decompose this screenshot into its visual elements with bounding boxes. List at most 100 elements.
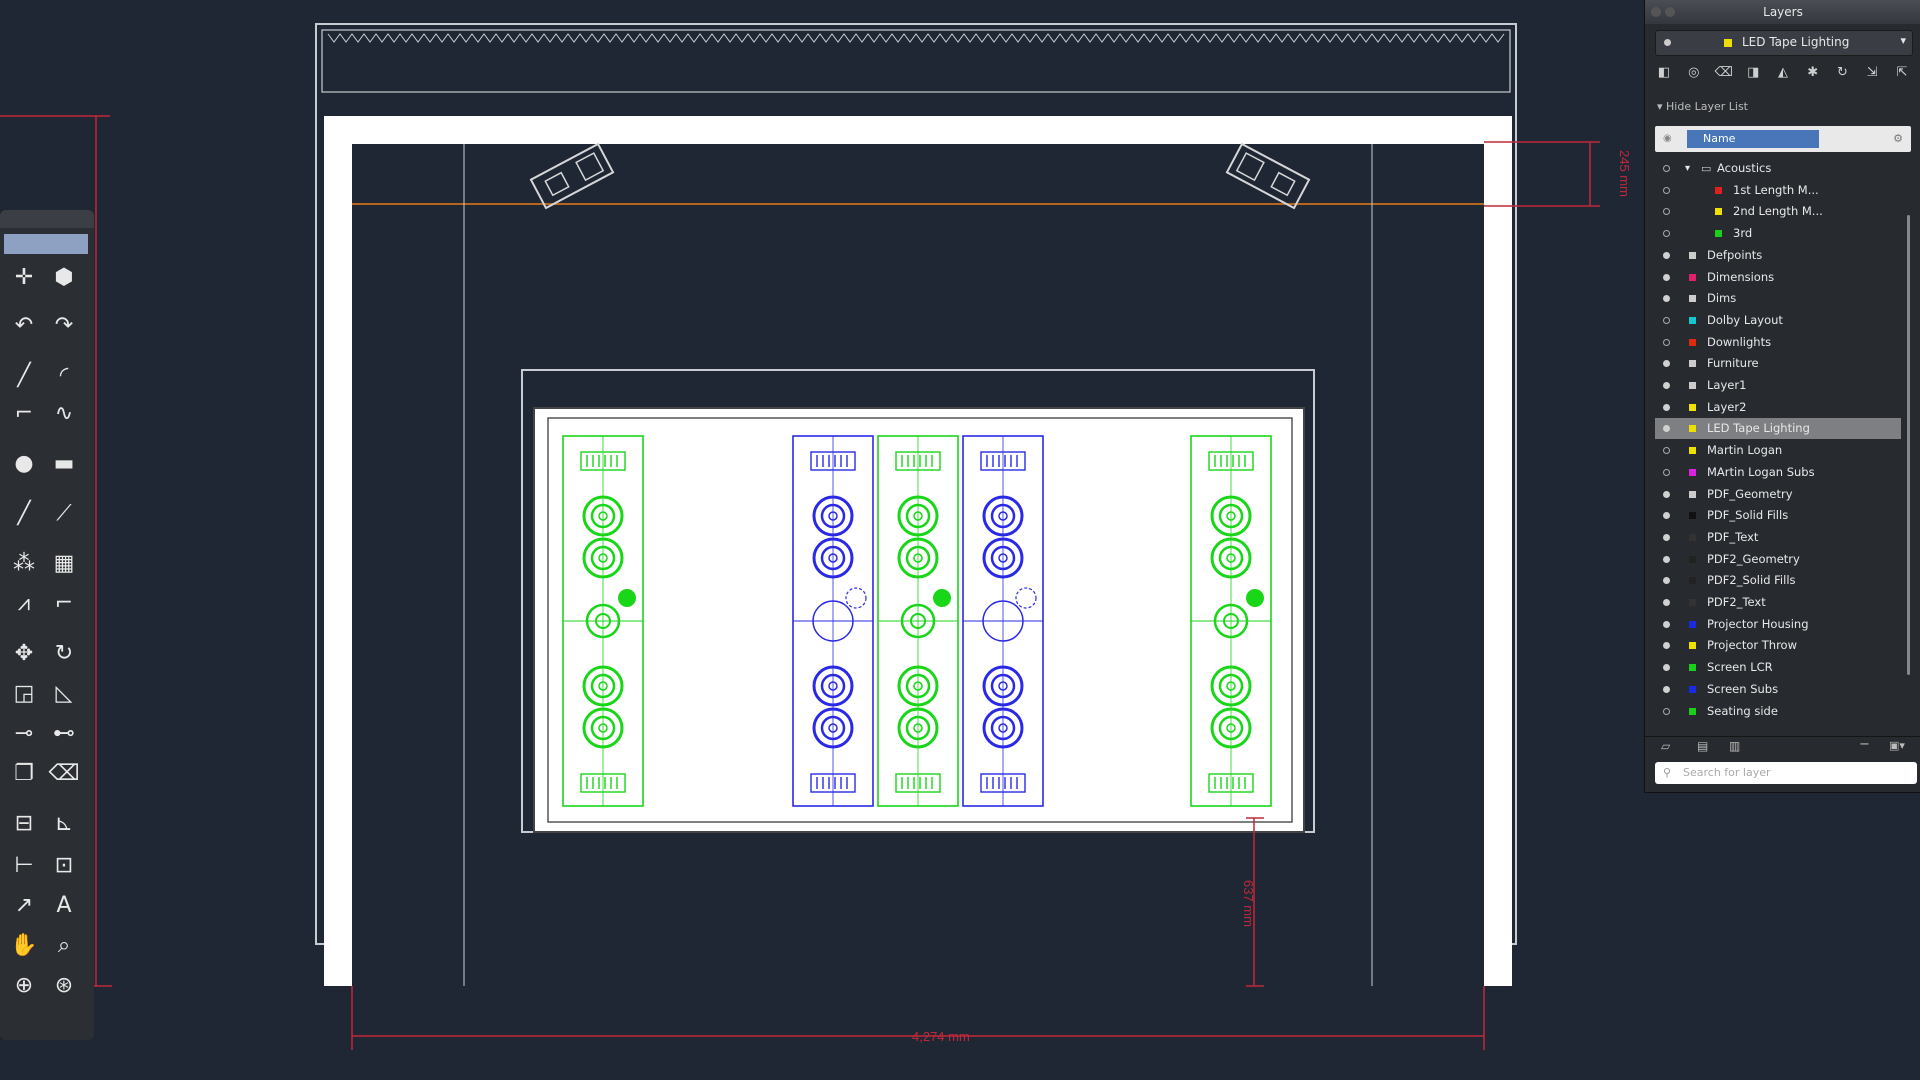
zoom-in-icon[interactable]: ⊕ [8, 970, 40, 1002]
layer-color-swatch[interactable] [1689, 620, 1696, 628]
layer-row[interactable]: ▾ ▭ Acoustics [1655, 158, 1901, 179]
crosshair-icon[interactable]: ✛ [8, 262, 40, 294]
array-icon[interactable]: ⁂ [8, 548, 40, 580]
angular-dimension-icon[interactable]: ⊾ [48, 808, 80, 840]
layer-state-icon[interactable]: ◎ [1685, 64, 1703, 82]
visibility-toggle-icon[interactable] [1663, 382, 1670, 389]
visibility-toggle-icon[interactable] [1663, 447, 1670, 455]
extend-icon[interactable]: ⊷ [48, 718, 80, 750]
layer-row[interactable]: LED Tape Lighting [1655, 418, 1901, 440]
layer-row[interactable]: Screen LCR [1655, 657, 1901, 678]
settings-icon[interactable]: ⚙ [1893, 132, 1903, 145]
layer-color-swatch[interactable] [1689, 338, 1696, 346]
visibility-toggle-icon[interactable] [1663, 664, 1670, 672]
visibility-toggle-icon[interactable] [1663, 316, 1670, 324]
options-icon[interactable]: ▣▾ [1889, 739, 1905, 752]
palette-titlebar[interactable] [0, 210, 94, 228]
visibility-toggle-icon[interactable] [1663, 425, 1670, 433]
layer-row[interactable]: Seating side [1655, 701, 1901, 722]
zoom-extents-icon[interactable]: ⊛ [48, 970, 80, 1002]
block-icon[interactable]: ⊡ [48, 850, 80, 882]
baseline-dimension-icon[interactable]: ⊢ [8, 850, 40, 882]
merge-layer-icon[interactable]: ⇲ [1863, 64, 1881, 82]
ray-icon[interactable]: ⟋ [48, 498, 80, 530]
layer-row[interactable]: PDF2_Solid Fills [1655, 570, 1901, 591]
visibility-toggle-icon[interactable] [1663, 186, 1670, 194]
trim-icon[interactable]: ⊸ [8, 718, 40, 750]
layer-properties-icon[interactable]: ◨ [1744, 64, 1762, 82]
redo-icon[interactable]: ↷ [48, 310, 80, 342]
visibility-toggle-icon[interactable] [1663, 533, 1670, 541]
layer-row[interactable]: PDF2_Geometry [1655, 549, 1901, 570]
rotate-icon[interactable]: ↻ [48, 638, 80, 670]
layer-row[interactable]: PDF_Text [1655, 527, 1901, 548]
text-icon[interactable]: A [48, 890, 80, 922]
zoom-icon[interactable]: ⌕ [48, 930, 80, 962]
undo-icon[interactable]: ↶ [8, 310, 40, 342]
layer-color-swatch[interactable] [1689, 251, 1696, 259]
visibility-toggle-icon[interactable] [1663, 468, 1670, 476]
polyline-icon[interactable]: ⌐ [8, 398, 40, 430]
drawing-canvas[interactable]: 4,274 mm 637 mm 245 mm [0, 0, 1920, 1080]
visibility-toggle-icon[interactable] [1663, 685, 1670, 693]
layer-color-swatch[interactable] [1689, 360, 1696, 368]
offset-icon[interactable]: ⌐ [48, 588, 80, 620]
visibility-toggle-icon[interactable] [1663, 490, 1670, 498]
visibility-toggle-icon[interactable] [1663, 251, 1670, 259]
copy-icon[interactable]: ❐ [8, 758, 40, 790]
freeze-layer-icon[interactable]: ✱ [1804, 64, 1822, 82]
layer-color-swatch[interactable] [1689, 555, 1696, 563]
stretch-icon[interactable]: ◺ [48, 678, 80, 710]
visibility-toggle-icon[interactable] [1663, 403, 1670, 411]
layer-row[interactable]: Layer1 [1655, 375, 1901, 396]
layer-row[interactable]: Downlights [1655, 332, 1901, 353]
visibility-toggle-icon[interactable] [1663, 599, 1670, 606]
layer-row[interactable]: Dims [1655, 288, 1901, 309]
mirror-icon[interactable]: ⩘ [8, 588, 40, 620]
new-layer-icon[interactable]: ◧ [1655, 64, 1673, 82]
linear-dimension-icon[interactable]: ⊟ [8, 808, 40, 840]
pan-icon[interactable]: ✋ [8, 930, 40, 962]
visibility-toggle-icon[interactable] [1663, 165, 1670, 172]
layer-search-input[interactable]: ⚲ Search for layer [1655, 762, 1917, 784]
minimize-button[interactable] [1665, 7, 1675, 17]
scale-icon[interactable]: ◲ [8, 678, 40, 710]
layer-row[interactable]: Screen Subs [1655, 679, 1901, 700]
visibility-toggle-icon[interactable] [1663, 707, 1670, 715]
layer-color-swatch[interactable] [1689, 685, 1696, 693]
layer-color-swatch[interactable] [1715, 208, 1722, 216]
hide-layer-list-toggle[interactable]: ▾ Hide Layer List [1657, 100, 1748, 113]
layer-color-swatch[interactable] [1689, 707, 1696, 715]
visibility-toggle-icon[interactable] [1663, 620, 1670, 628]
layer-row[interactable]: PDF2_Text [1655, 592, 1901, 613]
layer-color-swatch[interactable] [1689, 316, 1696, 324]
layer-color-swatch[interactable] [1689, 664, 1696, 672]
layer-color-swatch[interactable] [1689, 599, 1696, 606]
layer-color-swatch[interactable] [1715, 186, 1722, 194]
layer-row[interactable]: Dimensions [1655, 267, 1901, 288]
visibility-toggle-icon[interactable] [1663, 360, 1670, 368]
layer-color-swatch[interactable] [1689, 577, 1696, 585]
layer-row[interactable]: Dolby Layout [1655, 310, 1901, 331]
erase-icon[interactable]: ⌫ [48, 758, 80, 790]
layer-color-swatch[interactable] [1689, 273, 1696, 281]
folder-icon[interactable]: ▥ [1729, 739, 1740, 753]
new-folder-icon[interactable]: ▤ [1697, 739, 1708, 753]
circle-icon[interactable]: ● [8, 448, 40, 480]
layer-color-swatch[interactable] [1689, 512, 1696, 520]
layer-row[interactable]: Projector Housing [1655, 614, 1901, 635]
new-layer-footer-icon[interactable]: ▱ [1661, 739, 1670, 753]
layer-color-swatch[interactable] [1689, 295, 1696, 303]
leader-icon[interactable]: ↗ [8, 890, 40, 922]
remove-icon[interactable]: − [1859, 737, 1870, 752]
visibility-toggle-icon[interactable] [1663, 512, 1670, 520]
layer-color-swatch[interactable] [1689, 447, 1696, 455]
layer-color-swatch[interactable] [1715, 230, 1722, 238]
delete-layer-icon[interactable]: ⌫ [1715, 64, 1733, 82]
grid-array-icon[interactable]: ▦ [48, 548, 80, 580]
match-layer-icon[interactable]: ⇱ [1893, 64, 1911, 82]
layer-color-swatch[interactable] [1689, 642, 1696, 650]
layer-row[interactable]: Projector Throw [1655, 635, 1901, 656]
layer-row[interactable]: PDF_Geometry [1655, 484, 1901, 505]
arc-icon[interactable]: ◜ [48, 360, 80, 392]
